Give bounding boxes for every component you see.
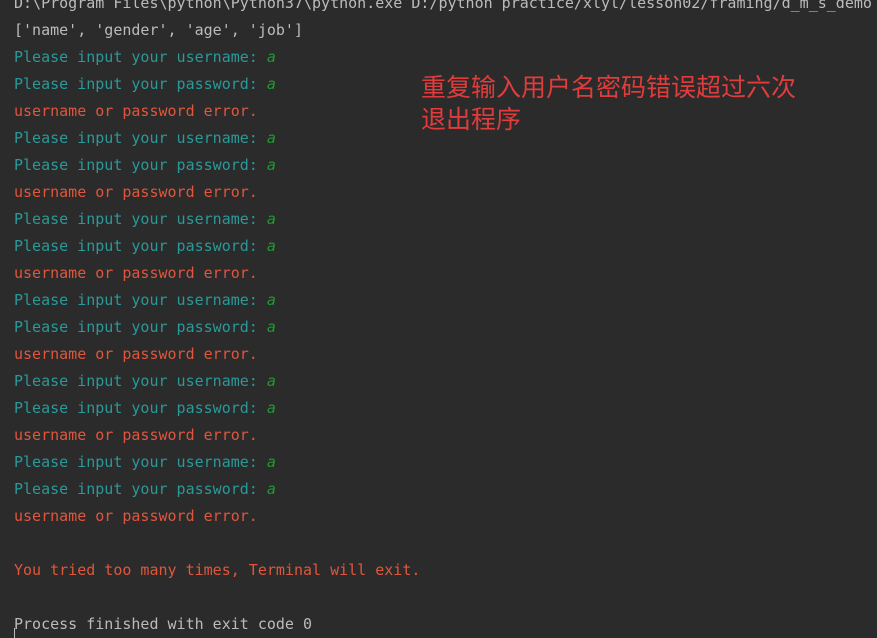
user-input-value: a [266,210,276,228]
annotation-text: 重复输入用户名密码错误超过六次 退出程序 [421,72,796,136]
password-prompt-line: Please input your password: a [14,395,877,422]
prompt-text: Please input your password: [14,75,267,93]
prompt-text: Please input your password: [14,318,267,336]
password-prompt-line: Please input your password: a [14,152,877,179]
username-prompt-line: Please input your username: a [14,44,877,71]
list-output: ['name', 'gender', 'age', 'job'] [14,21,303,39]
username-prompt-line: Please input your username: a [14,368,877,395]
command-line: D:\Program Files\python\Python37\python.… [14,0,872,12]
prompt-text: Please input your username: [14,291,267,309]
text-cursor[interactable] [14,628,15,638]
error-message: username or password error. [14,345,258,363]
username-prompt-line: Please input your username: a [14,206,877,233]
user-input-value: a [266,48,276,66]
error-message: username or password error. [14,264,258,282]
user-input-value: a [266,75,276,93]
prompt-text: Please input your password: [14,237,267,255]
prompt-text: Please input your username: [14,453,267,471]
prompt-text: Please input your password: [14,156,267,174]
user-input-value: a [266,318,276,336]
user-input-value: a [266,399,276,417]
annotation-line-1: 重复输入用户名密码错误超过六次 [421,73,797,102]
prompt-text: Please input your username: [14,210,267,228]
user-input-value: a [266,291,276,309]
prompt-text: Please input your username: [14,129,267,147]
user-input-value: a [266,453,276,471]
prompt-text: Please input your password: [14,480,267,498]
password-prompt-line: Please input your password: a [14,476,877,503]
error-message: username or password error. [14,426,258,444]
user-input-value: a [266,480,276,498]
user-input-value: a [266,372,276,390]
annotation-line-2: 退出程序 [421,105,522,134]
user-input-value: a [266,237,276,255]
user-input-value: a [266,156,276,174]
password-prompt-line: Please input your password: a [14,314,877,341]
exit-message: You tried too many times, Terminal will … [14,561,421,579]
error-message: username or password error. [14,183,258,201]
prompt-text: Please input your username: [14,48,267,66]
prompt-text: Please input your username: [14,372,267,390]
error-message: username or password error. [14,507,258,525]
prompt-text: Please input your password: [14,399,267,417]
user-input-value: a [266,129,276,147]
password-prompt-line: Please input your password: a [14,233,877,260]
username-prompt-line: Please input your username: a [14,449,877,476]
process-finished-message: Process finished with exit code 0 [14,615,313,633]
username-prompt-line: Please input your username: a [14,287,877,314]
